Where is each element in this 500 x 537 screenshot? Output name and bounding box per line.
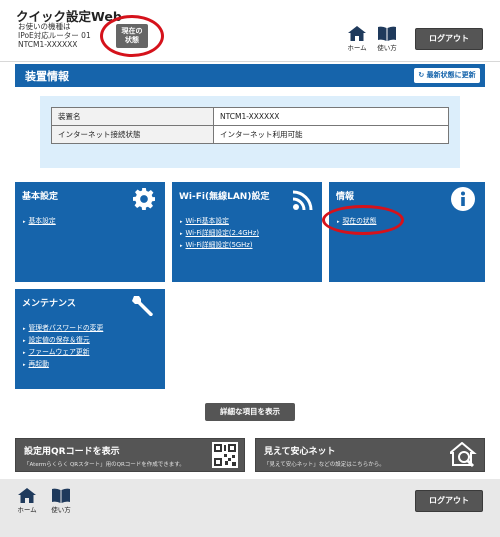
link-restart[interactable]: 再起動 [23, 359, 103, 371]
refresh-icon: ↻ [418, 71, 425, 79]
banner-title: 見えて安心ネット [264, 447, 336, 457]
table-row: インターネット接続状態 インターネット利用可能 [51, 125, 449, 144]
wifi-links: Wi-Fi基本設定 Wi-Fi詳細設定(2.4GHz) Wi-Fi詳細設定(5G… [180, 216, 259, 252]
footer-home-button[interactable]: ホーム [13, 488, 41, 514]
info-links: 現在の状態 [337, 216, 377, 228]
info-tile: 情報 現在の状態 [329, 182, 485, 282]
footer-logout-button[interactable]: ログアウト [415, 490, 483, 512]
info-value: NTCM1-XXXXXX [213, 107, 449, 126]
tile-title: 基本設定 [22, 192, 59, 202]
current-status-button[interactable]: 現在の 状態 [116, 24, 148, 48]
home-label: ホーム [347, 44, 367, 52]
basic-settings-tile: 基本設定 基本設定 [15, 182, 165, 282]
basic-links: 基本設定 [23, 216, 56, 228]
status-button-line1: 現在の [121, 27, 143, 35]
header-bar: クイック設定Web お使いの機種は IPoE対応ルーター 01 NTCM1-XX… [0, 0, 500, 62]
maintenance-links: 管理者パスワードの変更 設定値の保存＆復元 ファームウェア更新 再起動 [23, 323, 104, 371]
qr-code-banner[interactable]: 設定用QRコードを表示 「Atermらくらく QRスタート」用のQRコードを作成… [15, 438, 245, 472]
tile-title: 情報 [336, 192, 355, 202]
tile-title: メンテナンス [22, 299, 76, 309]
book-icon [378, 26, 396, 41]
wrench-icon [132, 296, 153, 316]
banner-title: 設定用QRコードを表示 [24, 447, 120, 457]
manual-label: 使い方 [377, 44, 397, 52]
wifi-settings-tile: Wi-Fi(無線LAN)設定 Wi-Fi基本設定 Wi-Fi詳細設定(2.4GH… [172, 182, 322, 282]
status-button-line2: 状態 [125, 36, 139, 44]
section-header: 装置情報 ↻ 最新状態に更新 [15, 64, 485, 87]
info-value: インターネット利用可能 [213, 125, 449, 144]
show-advanced-button[interactable]: 詳細な項目を表示 [205, 403, 295, 421]
wifi-icon [292, 190, 313, 211]
qr-code-icon [212, 442, 238, 468]
maintenance-tile: メンテナンス 管理者パスワードの変更 設定値の保存＆復元 ファームウェア更新 再… [15, 289, 165, 389]
footer-bar: ホーム 使い方 ログアウト [0, 479, 500, 537]
link-current-status[interactable]: 現在の状態 [337, 216, 377, 228]
manual-button[interactable]: 使い方 [373, 26, 401, 52]
table-row: 装置名 NTCM1-XXXXXX [51, 107, 449, 126]
device-id: NTCM1-XXXXXX [18, 40, 78, 49]
device-info-table: 装置名 NTCM1-XXXXXX インターネット接続状態 インターネット利用可能 [51, 107, 449, 144]
home-icon [348, 26, 366, 41]
banner-subtitle: 「見えて安心ネット」などの設定はこちらから。 [264, 462, 385, 468]
section-title: 装置情報 [25, 70, 69, 83]
link-wifi-5ghz[interactable]: Wi-Fi詳細設定(5GHz) [180, 240, 259, 252]
device-model: IPoE対応ルーター 01 [18, 31, 91, 40]
info-key: 装置名 [51, 107, 214, 126]
manual-label: 使い方 [51, 506, 71, 514]
info-icon [451, 187, 475, 211]
book-icon [52, 488, 70, 503]
link-save-restore[interactable]: 設定値の保存＆復元 [23, 335, 103, 347]
link-firmware-update[interactable]: ファームウェア更新 [23, 347, 103, 359]
home-button[interactable]: ホーム [343, 26, 371, 52]
home-icon [18, 488, 36, 503]
link-basic-settings[interactable]: 基本設定 [23, 216, 56, 228]
safety-net-banner[interactable]: 見えて安心ネット 「見えて安心ネット」などの設定はこちらから。 [255, 438, 485, 472]
refresh-label: 最新状態に更新 [426, 71, 476, 79]
link-admin-password[interactable]: 管理者パスワードの変更 [23, 323, 104, 335]
house-search-icon [450, 442, 477, 468]
link-wifi-basic[interactable]: Wi-Fi基本設定 [180, 216, 259, 228]
banner-subtitle: 「Atermらくらく QRスタート」用のQRコードを作成できます。 [24, 462, 185, 468]
logout-button[interactable]: ログアウト [415, 28, 483, 50]
home-label: ホーム [17, 506, 37, 514]
info-key: インターネット接続状態 [51, 125, 214, 144]
footer-manual-button[interactable]: 使い方 [47, 488, 75, 514]
device-info-panel: 装置名 NTCM1-XXXXXX インターネット接続状態 インターネット利用可能 [40, 96, 460, 168]
tile-title: Wi-Fi(無線LAN)設定 [179, 192, 270, 202]
gear-icon [133, 188, 155, 210]
link-wifi-24ghz[interactable]: Wi-Fi詳細設定(2.4GHz) [180, 228, 259, 240]
refresh-button[interactable]: ↻ 最新状態に更新 [414, 68, 480, 83]
device-label: お使いの機種は [18, 22, 71, 31]
